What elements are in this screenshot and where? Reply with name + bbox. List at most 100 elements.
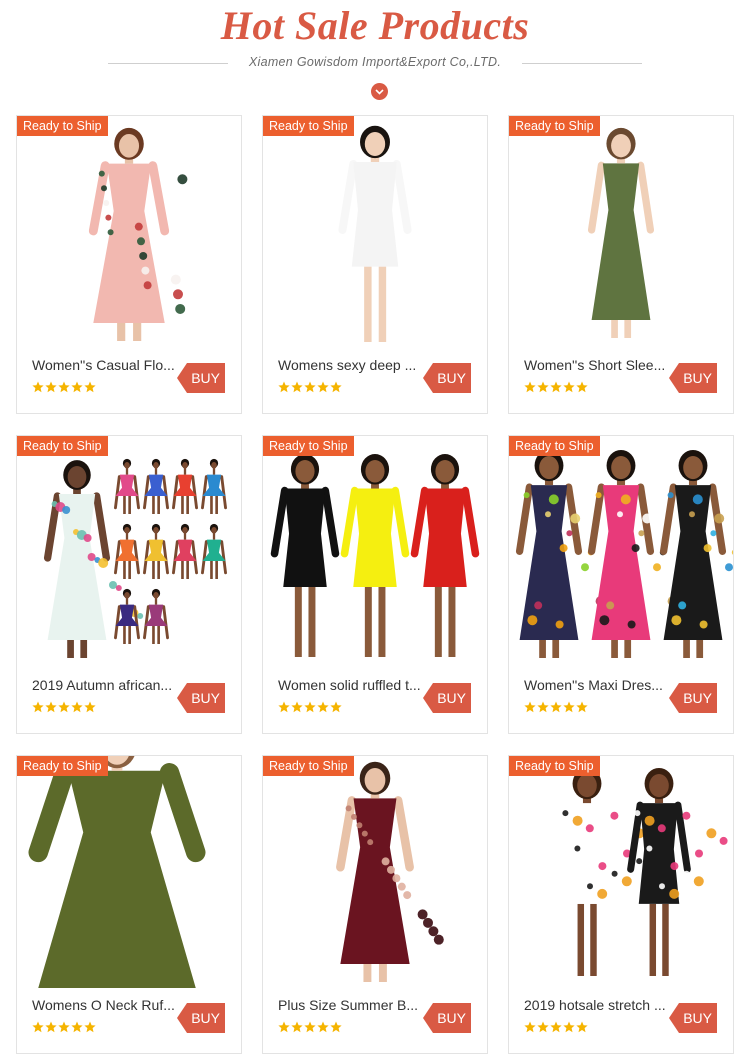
star-icon bbox=[278, 381, 290, 393]
star-icon bbox=[330, 381, 342, 393]
rating-stars bbox=[524, 1021, 588, 1033]
rating-stars bbox=[278, 701, 342, 713]
product-name[interactable]: Women solid ruffled t... bbox=[278, 677, 428, 693]
star-icon bbox=[278, 1021, 290, 1033]
product-card[interactable]: Ready to Ship Women''s Casual Flo... BUY bbox=[16, 115, 242, 414]
product-image[interactable] bbox=[263, 436, 487, 668]
rating-stars bbox=[32, 1021, 96, 1033]
product-name[interactable]: Womens O Neck Ruf... bbox=[32, 997, 182, 1013]
star-icon bbox=[576, 1021, 588, 1033]
star-icon bbox=[563, 381, 575, 393]
product-image[interactable] bbox=[17, 436, 241, 668]
star-icon bbox=[71, 381, 83, 393]
star-icon bbox=[45, 701, 57, 713]
star-icon bbox=[32, 381, 44, 393]
star-icon bbox=[32, 701, 44, 713]
ready-to-ship-badge: Ready to Ship bbox=[509, 436, 600, 456]
ready-to-ship-badge: Ready to Ship bbox=[17, 756, 108, 776]
star-icon bbox=[524, 381, 536, 393]
star-icon bbox=[576, 381, 588, 393]
star-icon bbox=[304, 701, 316, 713]
star-icon bbox=[537, 701, 549, 713]
buy-button[interactable]: BUY bbox=[423, 683, 471, 713]
star-icon bbox=[550, 1021, 562, 1033]
star-icon bbox=[291, 381, 303, 393]
product-card[interactable]: Ready to Ship Women''s Short Slee... BUY bbox=[508, 115, 734, 414]
product-name[interactable]: Women''s Short Slee... bbox=[524, 357, 674, 373]
product-image[interactable] bbox=[17, 116, 241, 348]
buy-button[interactable]: BUY bbox=[669, 1003, 717, 1033]
star-icon bbox=[330, 701, 342, 713]
star-icon bbox=[58, 701, 70, 713]
star-icon bbox=[537, 381, 549, 393]
ready-to-ship-badge: Ready to Ship bbox=[263, 116, 354, 136]
star-icon bbox=[71, 1021, 83, 1033]
star-icon bbox=[32, 1021, 44, 1033]
buy-button[interactable]: BUY bbox=[423, 363, 471, 393]
rating-stars bbox=[524, 701, 588, 713]
star-icon bbox=[84, 701, 96, 713]
star-icon bbox=[304, 1021, 316, 1033]
product-image[interactable] bbox=[509, 116, 733, 348]
star-icon bbox=[84, 381, 96, 393]
star-icon bbox=[278, 701, 290, 713]
product-image[interactable] bbox=[509, 436, 733, 668]
product-grid: Ready to Ship Women''s Casual Flo... BUY… bbox=[0, 0, 750, 1055]
product-name[interactable]: Women''s Maxi Dres... bbox=[524, 677, 674, 693]
product-image[interactable] bbox=[263, 756, 487, 988]
star-icon bbox=[84, 1021, 96, 1033]
product-image[interactable] bbox=[263, 116, 487, 348]
product-card[interactable]: Ready to Ship 2019 hotsale stretch ... B… bbox=[508, 755, 734, 1054]
buy-button[interactable]: BUY bbox=[423, 1003, 471, 1033]
ready-to-ship-badge: Ready to Ship bbox=[17, 116, 108, 136]
star-icon bbox=[317, 381, 329, 393]
buy-button[interactable]: BUY bbox=[177, 1003, 225, 1033]
buy-button[interactable]: BUY bbox=[177, 363, 225, 393]
product-name[interactable]: Women''s Casual Flo... bbox=[32, 357, 182, 373]
product-card[interactable]: Ready to Ship Plus Size Summer B... BUY bbox=[262, 755, 488, 1054]
ready-to-ship-badge: Ready to Ship bbox=[509, 116, 600, 136]
star-icon bbox=[524, 701, 536, 713]
ready-to-ship-badge: Ready to Ship bbox=[263, 436, 354, 456]
product-name[interactable]: Plus Size Summer B... bbox=[278, 997, 428, 1013]
star-icon bbox=[576, 701, 588, 713]
rating-stars bbox=[32, 701, 96, 713]
star-icon bbox=[291, 701, 303, 713]
star-icon bbox=[550, 381, 562, 393]
star-icon bbox=[537, 1021, 549, 1033]
rating-stars bbox=[524, 381, 588, 393]
star-icon bbox=[58, 1021, 70, 1033]
product-card[interactable]: Ready to Ship Womens O Neck Ruf... BUY bbox=[16, 755, 242, 1054]
buy-button[interactable]: BUY bbox=[669, 683, 717, 713]
star-icon bbox=[550, 701, 562, 713]
rating-stars bbox=[278, 1021, 342, 1033]
product-card[interactable]: Ready to Ship Women solid ruffled t... B… bbox=[262, 435, 488, 734]
star-icon bbox=[58, 381, 70, 393]
star-icon bbox=[317, 701, 329, 713]
star-icon bbox=[45, 1021, 57, 1033]
star-icon bbox=[291, 1021, 303, 1033]
star-icon bbox=[563, 701, 575, 713]
ready-to-ship-badge: Ready to Ship bbox=[509, 756, 600, 776]
product-image[interactable] bbox=[17, 756, 241, 988]
ready-to-ship-badge: Ready to Ship bbox=[17, 436, 108, 456]
ready-to-ship-badge: Ready to Ship bbox=[263, 756, 354, 776]
buy-button[interactable]: BUY bbox=[177, 683, 225, 713]
product-card[interactable]: Ready to Ship Womens sexy deep ... BUY bbox=[262, 115, 488, 414]
product-name[interactable]: Womens sexy deep ... bbox=[278, 357, 428, 373]
rating-stars bbox=[32, 381, 96, 393]
star-icon bbox=[563, 1021, 575, 1033]
star-icon bbox=[71, 701, 83, 713]
product-card[interactable]: Ready to Ship Women''s Maxi Dres... BUY bbox=[508, 435, 734, 734]
buy-button[interactable]: BUY bbox=[669, 363, 717, 393]
product-name[interactable]: 2019 Autumn african... bbox=[32, 677, 182, 693]
product-card[interactable]: Ready to Ship 2019 Autumn african... BUY bbox=[16, 435, 242, 734]
star-icon bbox=[317, 1021, 329, 1033]
star-icon bbox=[304, 381, 316, 393]
star-icon bbox=[45, 381, 57, 393]
product-name[interactable]: 2019 hotsale stretch ... bbox=[524, 997, 674, 1013]
rating-stars bbox=[278, 381, 342, 393]
star-icon bbox=[330, 1021, 342, 1033]
product-image[interactable] bbox=[509, 756, 733, 988]
star-icon bbox=[524, 1021, 536, 1033]
